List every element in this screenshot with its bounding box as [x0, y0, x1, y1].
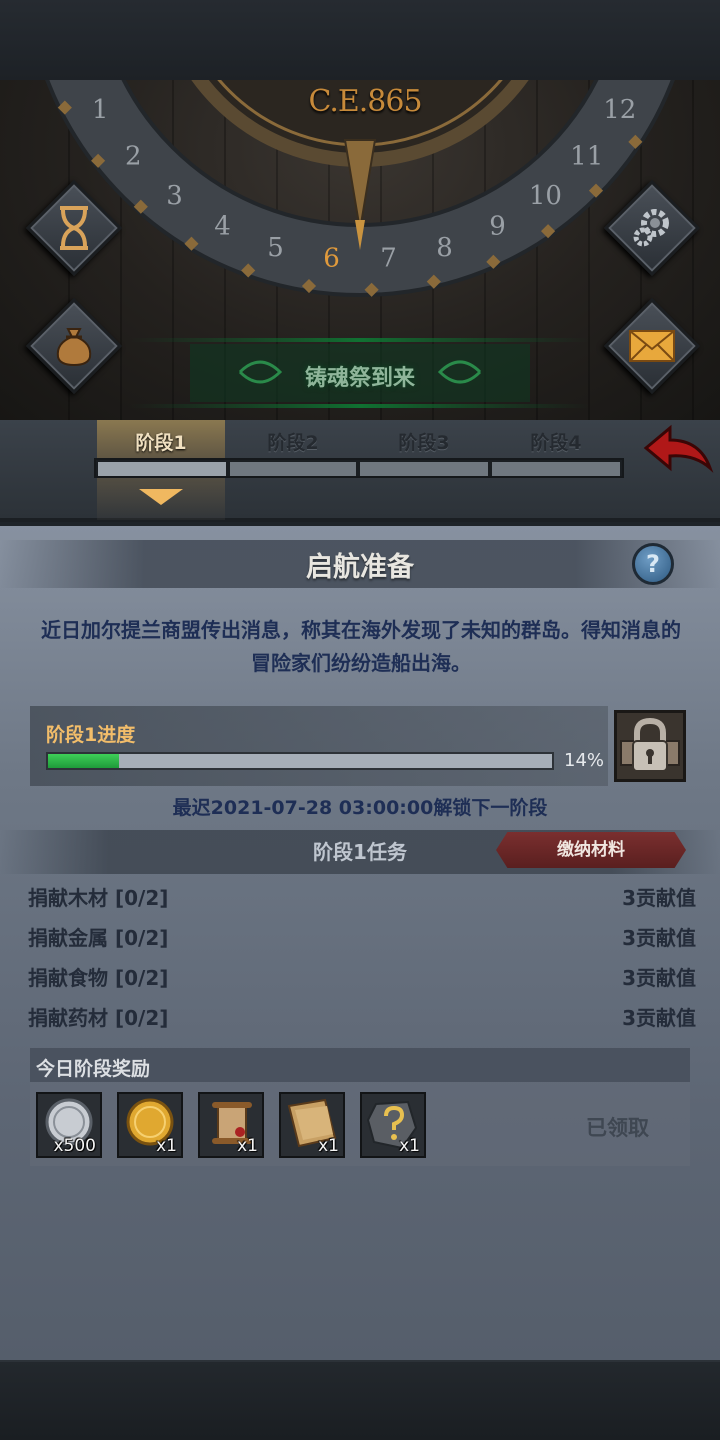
reward-header: 今日阶段奖励 [30, 1048, 690, 1082]
dial-marker [184, 236, 199, 251]
dial-number: 1 [92, 95, 109, 125]
dial-number: 3 [166, 181, 183, 211]
task-row: 捐献金属 [0/2] 3贡献值 [28, 922, 696, 952]
dial-marker [133, 199, 148, 214]
dial-number: 6 [323, 244, 340, 274]
task-section-title: 阶段1任务 [313, 840, 407, 864]
stage-detail-panel: 启航准备 ? 近日加尔提兰商盟传出消息，称其在海外发现了未知的群岛。得知消息的冒… [0, 526, 720, 1360]
back-arrow-icon[interactable] [640, 422, 714, 480]
dial-number: 12 [603, 95, 636, 125]
stage-description: 近日加尔提兰商盟传出消息，称其在海外发现了未知的群岛。得知消息的冒险家们纷纷造船… [41, 618, 681, 675]
progress-label: 阶段1进度 [46, 724, 136, 746]
dial-marker [588, 183, 604, 198]
reward-qty: x1 [399, 1136, 420, 1156]
dial-marker [426, 274, 441, 289]
dial-marker [486, 254, 501, 269]
task-name: 捐献食物 [0/2] [28, 966, 169, 990]
dial-number: 11 [570, 141, 603, 171]
task-row: 捐献木材 [0/2] 3贡献值 [28, 882, 696, 912]
reward-qty: x500 [53, 1136, 96, 1156]
tab-stage-2[interactable]: 阶段2 [229, 420, 357, 458]
gear-icon[interactable] [612, 188, 692, 268]
stage-progress-box: 阶段1进度 14% [30, 706, 608, 786]
task-name: 捐献药材 [0/2] [28, 1006, 169, 1030]
stage-segment-1 [98, 462, 226, 476]
task-name: 捐献木材 [0/2] [28, 886, 169, 910]
dial-number: 10 [529, 181, 562, 211]
dial-marker [241, 263, 256, 278]
stage-segment-3 [360, 462, 488, 476]
reward-item[interactable]: x1 [279, 1092, 345, 1158]
reward-item[interactable]: x500 [36, 1092, 102, 1158]
dial-number: 2 [125, 141, 142, 171]
dial-marker [628, 134, 643, 149]
dial-marker [364, 282, 379, 297]
reward-claimed-status: 已领取 [586, 1116, 649, 1140]
calendar-dial-header: C.E.865 1 2 3 4 5 6 7 8 9 10 11 12 铸魂祭到来 [0, 80, 720, 420]
mail-icon[interactable] [612, 306, 692, 386]
stage-progress-track [94, 458, 624, 478]
tab-stage-3[interactable]: 阶段3 [360, 420, 488, 458]
task-reward: 3贡献值 [622, 1006, 696, 1030]
reward-item[interactable]: x1 [360, 1092, 426, 1158]
reward-item[interactable]: x1 [117, 1092, 183, 1158]
submit-materials-button[interactable]: 缴纳材料 [496, 832, 686, 868]
dial-number: 5 [267, 233, 284, 263]
unlock-deadline: 最迟2021-07-28 03:00:00解锁下一阶段 [172, 797, 548, 819]
dial-marker [301, 278, 317, 294]
progress-bar-fill [48, 754, 119, 768]
task-reward: 3贡献值 [622, 926, 696, 950]
progress-bar [46, 752, 554, 770]
reward-qty: x1 [156, 1136, 177, 1156]
bottom-bar [0, 1360, 720, 1440]
task-row: 捐献食物 [0/2] 3贡献值 [28, 962, 696, 992]
dial-number: 9 [489, 212, 506, 242]
active-stage-arrow-icon [139, 489, 183, 505]
dial-number: 4 [214, 212, 231, 242]
task-row: 捐献药材 [0/2] 3贡献值 [28, 1002, 696, 1032]
padlock-icon [620, 717, 680, 772]
task-reward: 3贡献值 [622, 886, 696, 910]
tab-stage-1[interactable]: 阶段1 [97, 420, 225, 458]
top-status-bar [0, 0, 720, 80]
stage-segment-2 [230, 462, 356, 476]
dial-marker [540, 224, 556, 239]
reward-item[interactable]: x1 [198, 1092, 264, 1158]
dial-marker [57, 100, 72, 115]
stage-segment-4 [492, 462, 620, 476]
dial-marker [91, 153, 106, 168]
task-name: 捐献金属 [0/2] [28, 926, 169, 950]
hourglass-icon[interactable] [34, 188, 114, 268]
progress-percent: 14% [564, 750, 605, 771]
panel-title: 启航准备 [306, 552, 414, 583]
event-banner-text: 铸魂祭到来 [304, 366, 415, 391]
next-stage-lock[interactable] [614, 710, 686, 782]
dial-number: 7 [380, 244, 397, 274]
help-button[interactable]: ? [632, 543, 674, 585]
money-bag-icon[interactable] [34, 306, 114, 386]
daily-reward-box: 今日阶段奖励 x500 x1 x1 x1 x1 已领取 [30, 1048, 690, 1166]
reward-label: 今日阶段奖励 [36, 1058, 151, 1080]
tab-stage-4[interactable]: 阶段4 [492, 420, 620, 458]
dial-number: 8 [436, 233, 453, 263]
reward-qty: x1 [318, 1136, 339, 1156]
task-reward: 3贡献值 [622, 966, 696, 990]
reward-qty: x1 [237, 1136, 258, 1156]
